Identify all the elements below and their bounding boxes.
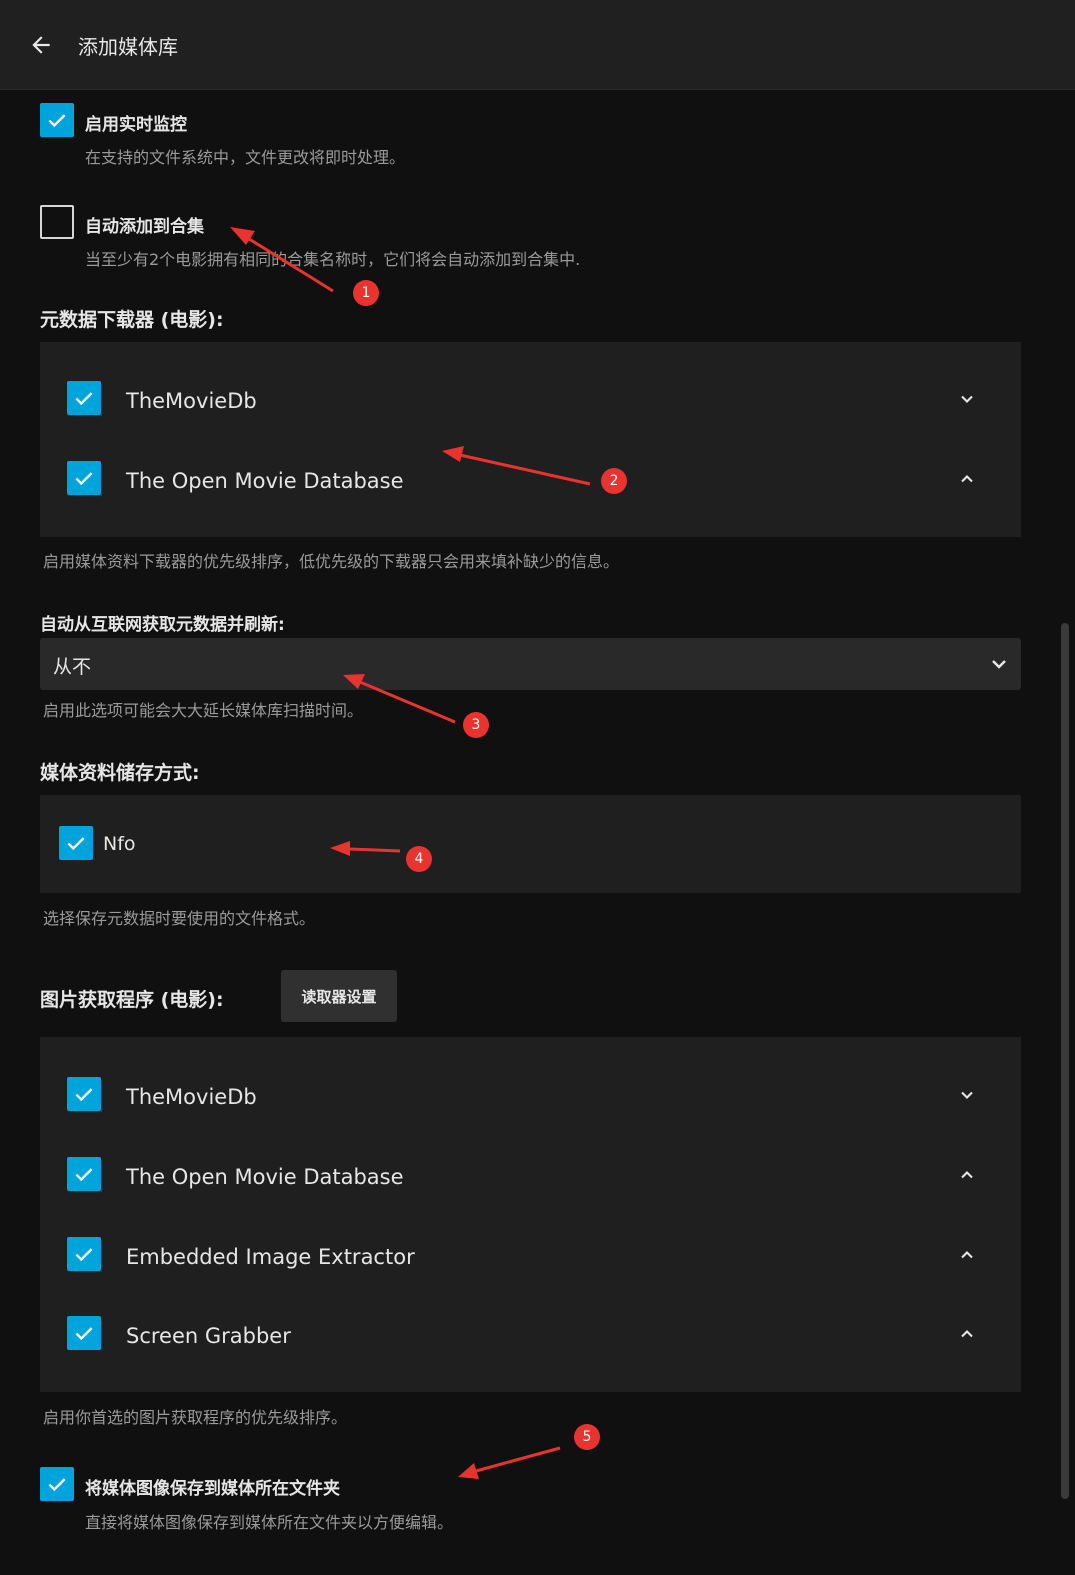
check-icon xyxy=(75,1088,93,1102)
image-fetcher-checkbox[interactable] xyxy=(67,1316,101,1350)
check-icon xyxy=(67,837,85,851)
save-local-images-checkbox[interactable] xyxy=(40,1467,74,1501)
app-header: 添加媒体库 xyxy=(0,0,1075,90)
nfo-checkbox[interactable] xyxy=(59,826,93,860)
realtime-monitor-checkbox[interactable] xyxy=(40,103,74,137)
move-up-button[interactable] xyxy=(955,1163,979,1187)
image-fetcher-name: Embedded Image Extractor xyxy=(126,1245,415,1269)
image-fetcher-checkbox[interactable] xyxy=(67,1237,101,1271)
chevron-down-icon xyxy=(961,1091,973,1099)
check-icon xyxy=(48,1478,66,1492)
image-fetcher-checkbox[interactable] xyxy=(67,1157,101,1191)
arrow-left-icon xyxy=(32,36,50,54)
annotation-badge: 4 xyxy=(406,846,432,872)
metadata-downloaders-desc: 启用媒体资料下载器的优先级排序，低优先级的下载器只会用来填补缺少的信息。 xyxy=(43,552,620,571)
realtime-monitor-label: 启用实时监控 xyxy=(85,115,187,135)
metadata-downloader-checkbox[interactable] xyxy=(67,461,101,495)
image-fetcher-name: TheMovieDb xyxy=(126,1085,257,1109)
refresh-select-value: 从不 xyxy=(53,656,92,678)
check-icon xyxy=(75,472,93,486)
realtime-monitor-desc: 在支持的文件系统中，文件更改将即时处理。 xyxy=(85,148,406,167)
check-icon xyxy=(75,392,93,406)
back-button[interactable] xyxy=(26,28,56,62)
image-fetcher-checkbox[interactable] xyxy=(67,1077,101,1111)
image-fetcher-name: The Open Movie Database xyxy=(126,1165,404,1189)
metadata-savers-heading: 媒体资料储存方式: xyxy=(40,762,200,784)
metadata-downloaders-heading: 元数据下载器 (电影): xyxy=(40,309,224,331)
metadata-savers-list xyxy=(40,795,1021,893)
image-fetcher-name: Screen Grabber xyxy=(126,1324,291,1348)
move-up-button[interactable] xyxy=(955,1243,979,1267)
metadata-downloaders-list xyxy=(40,342,1021,537)
refresh-label: 自动从互联网获取元数据并刷新: xyxy=(40,615,285,635)
move-down-button[interactable] xyxy=(955,387,979,411)
fetcher-settings-button[interactable]: 读取器设置 xyxy=(281,970,397,1022)
annotation-arrowhead-5 xyxy=(458,1463,479,1479)
chevron-up-icon xyxy=(961,1330,973,1338)
check-icon xyxy=(75,1168,93,1182)
annotation-badge: 1 xyxy=(353,280,379,306)
chevron-up-icon xyxy=(961,1171,973,1179)
refresh-select[interactable]: 从不 xyxy=(40,638,1021,690)
refresh-desc: 启用此选项可能会大大延长媒体库扫描时间。 xyxy=(43,701,364,720)
chevron-down-icon xyxy=(992,660,1006,669)
auto-collection-desc: 当至少有2个电影拥有相同的合集名称时，它们将会自动添加到合集中. xyxy=(85,250,581,269)
annotation-badge: 5 xyxy=(574,1424,600,1450)
annotation-arrow-5 xyxy=(475,1446,561,1473)
metadata-downloader-name: TheMovieDb xyxy=(126,389,257,413)
check-icon xyxy=(75,1248,93,1262)
auto-collection-checkbox[interactable] xyxy=(40,205,74,239)
move-down-button[interactable] xyxy=(955,1083,979,1107)
annotation-arrowhead-1 xyxy=(230,227,255,245)
image-fetchers-heading: 图片获取程序 (电影): xyxy=(40,989,224,1011)
chevron-up-icon xyxy=(961,1251,973,1259)
page-title: 添加媒体库 xyxy=(78,35,178,59)
metadata-downloader-name: The Open Movie Database xyxy=(126,469,404,493)
metadata-downloader-checkbox[interactable] xyxy=(67,381,101,415)
save-local-images-label: 将媒体图像保存到媒体所在文件夹 xyxy=(85,1479,340,1499)
chevron-down-icon xyxy=(961,395,973,403)
auto-collection-label: 自动添加到合集 xyxy=(85,217,204,237)
image-fetchers-desc: 启用你首选的图片获取程序的优先级排序。 xyxy=(43,1408,348,1427)
check-icon xyxy=(75,1327,93,1341)
chevron-up-icon xyxy=(961,475,973,483)
move-up-button[interactable] xyxy=(955,467,979,491)
check-icon xyxy=(48,114,66,128)
annotation-badge: 2 xyxy=(601,468,627,494)
annotation-badge: 3 xyxy=(463,712,489,738)
metadata-savers-desc: 选择保存元数据时要使用的文件格式。 xyxy=(43,909,316,928)
move-up-button[interactable] xyxy=(955,1322,979,1346)
scrollbar-thumb[interactable] xyxy=(1061,623,1069,1499)
metadata-saver-name: Nfo xyxy=(103,833,136,855)
save-local-images-desc: 直接将媒体图像保存到媒体所在文件夹以方便编辑。 xyxy=(85,1513,454,1532)
